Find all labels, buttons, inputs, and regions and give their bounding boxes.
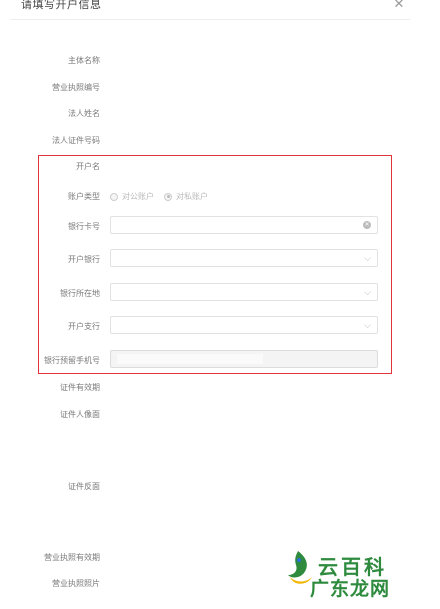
label-id-back-side: 证件反面	[68, 482, 100, 491]
label-business-license-no: 营业执照编号	[52, 83, 100, 92]
label-license-photo: 营业执照照片	[52, 579, 100, 588]
label-bank-location: 银行所在地	[60, 289, 100, 298]
chevron-down-icon: ⌵	[364, 320, 371, 330]
watermark-logo: 云百科 广东龙网	[280, 545, 420, 603]
account-type-radio-group: 对公账户 对私账户	[110, 191, 208, 202]
clear-icon[interactable]: ✕	[363, 221, 371, 229]
radio-private-account[interactable]: 对私账户	[164, 191, 208, 202]
radio-label: 对私账户	[176, 192, 208, 201]
close-icon[interactable]: ✕	[392, 0, 406, 11]
bank-location-select[interactable]: ⌵	[110, 283, 378, 301]
label-legal-person-id-no: 法人证件号码	[52, 136, 100, 145]
chevron-down-icon: ⌵	[364, 253, 371, 263]
phone-value-mask	[117, 354, 263, 364]
label-account-type: 账户类型	[68, 192, 100, 201]
label-bank-reserved-phone: 银行预留手机号	[44, 356, 100, 365]
label-legal-person-name: 法人姓名	[68, 109, 100, 118]
opening-bank-select[interactable]: ⌵	[110, 249, 378, 267]
radio-label: 对公账户	[122, 192, 154, 201]
label-account-name: 开户名	[76, 162, 100, 171]
radio-corporate-account[interactable]: 对公账户	[110, 191, 154, 202]
chevron-down-icon: ⌵	[364, 287, 371, 297]
watermark-line2: 广东龙网	[310, 579, 391, 600]
label-opening-bank: 开户银行	[68, 255, 100, 264]
bank-reserved-phone-input[interactable]	[110, 350, 378, 368]
dialog-title: 请填写开户信息	[21, 0, 102, 11]
opening-branch-select[interactable]: ⌵	[110, 316, 378, 334]
label-bank-card-no: 银行卡号	[68, 222, 100, 231]
label-id-validity: 证件有效期	[60, 383, 100, 392]
label-opening-branch: 开户支行	[68, 322, 100, 331]
bank-card-input[interactable]: ✕	[110, 216, 378, 234]
header-divider	[10, 19, 410, 20]
label-license-validity: 营业执照有效期	[44, 553, 100, 562]
label-id-portrait-side: 证件人像面	[60, 410, 100, 419]
radio-checked-icon	[164, 192, 172, 201]
radio-unchecked-icon	[110, 192, 118, 201]
label-entity-name: 主体名称	[68, 56, 100, 65]
